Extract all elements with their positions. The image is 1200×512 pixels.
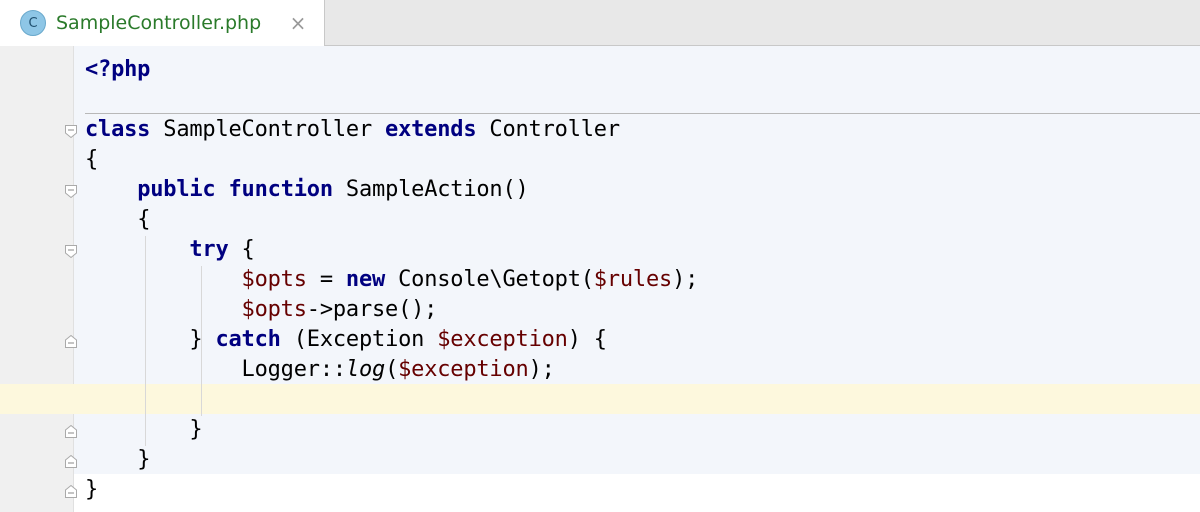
variable: $opts (241, 267, 307, 292)
code-text: } (137, 447, 151, 472)
code-text: { (228, 237, 255, 262)
code-text: Console\Getopt( (385, 267, 594, 292)
code-line[interactable]: $opts = new Console\Getopt($rules); (85, 265, 699, 295)
variable: $rules (593, 267, 673, 292)
code-text: SampleController (150, 117, 386, 142)
fold-close-icon[interactable] (65, 425, 77, 438)
keyword: class (85, 117, 151, 142)
fold-close-icon[interactable] (65, 455, 77, 468)
editor-tab-bar: C SampleController.php × (0, 0, 1200, 46)
code-line[interactable]: } catch (Exception $exception) { (85, 325, 607, 355)
code-line[interactable]: } (85, 445, 150, 475)
fold-open-icon[interactable] (65, 245, 77, 258)
code-line[interactable]: Logger::log($exception); (85, 355, 555, 385)
caret-line-highlight (0, 384, 1200, 414)
keyword: extends (385, 117, 477, 142)
code-line[interactable]: class SampleController extends Controlle… (85, 115, 620, 145)
code-text: { (137, 207, 151, 232)
code-text: } (189, 417, 203, 442)
keyword: function (228, 177, 334, 202)
keyword: catch (215, 327, 281, 352)
php-open-tag: <?php (85, 57, 151, 82)
code-text: SampleAction() (332, 177, 529, 202)
keyword: public (137, 177, 216, 202)
code-line[interactable]: $opts->parse(); (85, 295, 438, 325)
variable: $opts (241, 297, 307, 322)
code-text: ) { (567, 327, 607, 352)
code-text: } (189, 327, 216, 352)
keyword: new (345, 267, 386, 292)
variable: $exception (398, 357, 529, 382)
fold-open-icon[interactable] (65, 125, 77, 138)
code-line[interactable]: } (85, 475, 98, 505)
code-line[interactable]: { (85, 205, 150, 235)
code-text: ( (385, 357, 399, 382)
code-line[interactable]: <?php (85, 55, 150, 85)
php-class-icon: C (20, 10, 46, 36)
code-text: Controller (476, 117, 620, 142)
static-method: log (345, 357, 386, 382)
code-text: ); (528, 357, 555, 382)
keyword: try (189, 237, 229, 262)
fold-close-icon[interactable] (65, 485, 77, 498)
code-text: = (306, 267, 346, 292)
variable: $exception (437, 327, 568, 352)
code-text: ->parse(); (306, 297, 438, 322)
code-text: Logger:: (241, 357, 347, 382)
editor-empty-area (74, 474, 1200, 512)
method-separator (85, 113, 1200, 114)
code-line[interactable]: try { (85, 235, 255, 265)
tab-samplecontroller[interactable]: C SampleController.php × (0, 0, 325, 46)
code-text: } (85, 477, 99, 502)
editor-gutter (0, 46, 74, 512)
code-text: ); (672, 267, 699, 292)
close-icon[interactable]: × (286, 10, 310, 36)
tab-title: SampleController.php (56, 12, 262, 34)
code-text: { (85, 147, 99, 172)
fold-open-icon[interactable] (65, 185, 77, 198)
code-text: (Exception (280, 327, 438, 352)
code-line[interactable]: { (85, 145, 98, 175)
code-line[interactable]: public function SampleAction() (85, 175, 529, 205)
code-line[interactable]: } (85, 415, 202, 445)
fold-close-icon[interactable] (65, 335, 77, 348)
